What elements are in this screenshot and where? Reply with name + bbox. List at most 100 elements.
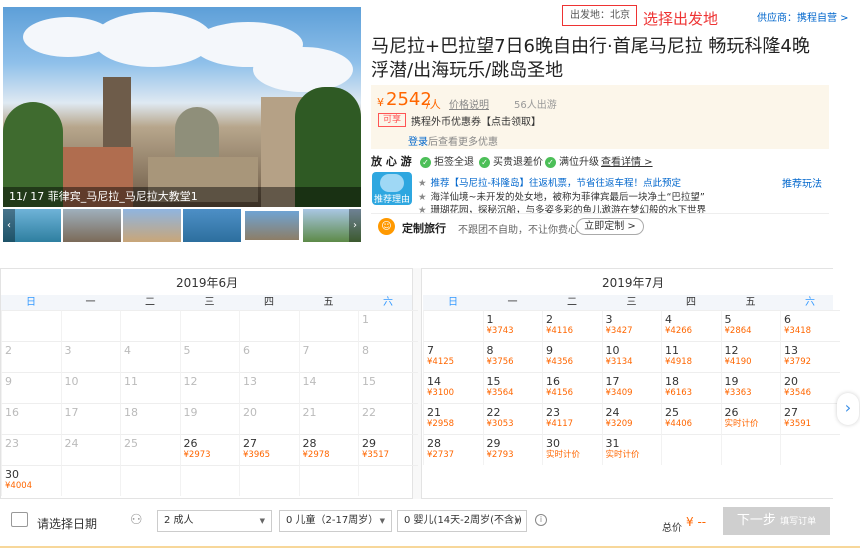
recommend-icon-label: 推荐理由 xyxy=(373,195,410,205)
calendar-day[interactable]: 5 ¥2864 xyxy=(720,310,781,341)
calendar-day: 7 xyxy=(298,341,359,372)
calendar-day[interactable]: 14 ¥3100 xyxy=(423,372,483,403)
departure-annotation: 选择出发地 xyxy=(643,10,719,28)
assurance-detail-link[interactable]: 查看详情 > xyxy=(601,153,653,168)
select-date-label[interactable]: 请选择日期 xyxy=(37,515,97,532)
adults-select[interactable]: 2 成人 ▼ xyxy=(157,510,272,532)
calendar-icon xyxy=(11,512,28,527)
calendar-day[interactable]: 4 ¥4266 xyxy=(661,310,721,341)
calendar-day[interactable]: 21 ¥2958 xyxy=(423,403,483,434)
calendar-day[interactable]: 2 ¥4116 xyxy=(542,310,602,341)
calendar-day[interactable]: 25 ¥4406 xyxy=(661,403,721,434)
calendar-empty-cell xyxy=(298,310,359,341)
departure-select[interactable]: 出发地：北京 xyxy=(562,5,637,26)
recommend-more-link[interactable]: 推荐玩法 xyxy=(782,175,822,190)
calendar-day[interactable]: 1 ¥3743 xyxy=(482,310,543,341)
chevron-down-icon: ▼ xyxy=(259,517,265,525)
calendar-next-arrow[interactable]: › xyxy=(837,393,859,425)
calendar-day[interactable]: 31 实时计价 xyxy=(601,434,662,465)
weekday-label: 四 xyxy=(686,297,696,308)
thumbnail[interactable] xyxy=(63,209,121,242)
calendar-day[interactable]: 24 ¥3209 xyxy=(601,403,662,434)
supplier-link[interactable]: 供应商：携程自营 > xyxy=(757,9,849,24)
calendar-day[interactable]: 29 ¥3517 xyxy=(358,434,418,465)
price-description-link[interactable]: 价格说明 xyxy=(449,96,489,111)
calendar-day[interactable]: 10 ¥3134 xyxy=(601,341,662,372)
calendar-day[interactable]: 29 ¥2793 xyxy=(482,434,543,465)
day-price: ¥4125 xyxy=(427,357,455,367)
calendar-day[interactable]: 6 ¥3418 xyxy=(780,310,840,341)
children-select[interactable]: 0 儿童（2-17周岁） ▼ xyxy=(279,510,392,532)
calendar-day[interactable]: 16 ¥4156 xyxy=(542,372,602,403)
calendar-empty-cell xyxy=(60,310,121,341)
day-number: 13 xyxy=(243,375,257,388)
thumbnail-active[interactable] xyxy=(243,209,301,242)
day-price: ¥2793 xyxy=(486,450,514,460)
weekday-label: 日 xyxy=(26,297,36,308)
calendar-day: 11 xyxy=(120,372,180,403)
custom-travel-button[interactable]: 立即定制 > xyxy=(576,218,644,235)
day-number: 19 xyxy=(183,406,198,419)
thumbnail[interactable] xyxy=(183,209,241,242)
calendar-day[interactable]: 13 ¥3792 xyxy=(780,341,840,372)
calendar-day[interactable]: 7 ¥4125 xyxy=(423,341,483,372)
calendar-day: 24 xyxy=(60,434,121,465)
thumbnail[interactable] xyxy=(123,209,181,242)
gallery-prev-arrow[interactable]: ‹ xyxy=(3,209,15,242)
calendar-day[interactable]: 9 ¥4356 xyxy=(542,341,602,372)
day-number: 19 xyxy=(724,375,739,388)
calendar-day[interactable]: 12 ¥4190 xyxy=(720,341,781,372)
calendar-day[interactable]: 20 ¥3546 xyxy=(780,372,840,403)
info-icon[interactable]: i xyxy=(535,514,547,526)
calendar-day[interactable]: 27 ¥3965 xyxy=(239,434,299,465)
calendar-day[interactable]: 27 ¥3591 xyxy=(780,403,840,434)
calendar-empty-cell xyxy=(358,465,418,496)
calendar-day[interactable]: 30 ¥4004 xyxy=(1,465,61,496)
day-price: ¥3756 xyxy=(486,357,514,367)
calendar-day[interactable]: 28 ¥2737 xyxy=(423,434,483,465)
day-price: ¥3965 xyxy=(243,450,271,460)
day-number: 21 xyxy=(427,406,441,419)
day-number: 2 xyxy=(5,344,12,357)
weekday-label: 六 xyxy=(805,297,815,308)
calendar-day[interactable]: 11 ¥4918 xyxy=(661,341,721,372)
day-number: 24 xyxy=(605,406,620,419)
calendar-day[interactable]: 17 ¥3409 xyxy=(601,372,662,403)
day-number: 18 xyxy=(665,375,679,388)
custom-travel-subtitle: 不跟团不自助，不让你费心 xyxy=(458,225,578,236)
day-number: 3 xyxy=(605,313,613,326)
calendar-day[interactable]: 30 实时计价 xyxy=(542,434,602,465)
day-number: 5 xyxy=(724,313,732,326)
calendar-day[interactable]: 26 实时计价 xyxy=(720,403,781,434)
weekday-label: 五 xyxy=(745,297,756,308)
calendar-day[interactable]: 18 ¥6163 xyxy=(661,372,721,403)
recommend-line[interactable]: ★ 推荐【马尼拉-科隆岛】往返机票，节省往返车程！点此预定 xyxy=(418,175,681,189)
cloud-shape xyxy=(253,47,353,92)
day-price: ¥2978 xyxy=(302,450,330,460)
calendar-day[interactable]: 23 ¥4117 xyxy=(542,403,602,434)
coupon-link[interactable]: 携程外币优惠券【点击领取】 xyxy=(411,113,541,128)
day-number: 16 xyxy=(546,375,560,388)
day-price: ¥3409 xyxy=(605,388,633,398)
infants-select[interactable]: 0 婴儿(14天-2周岁(不含)) ▼ xyxy=(397,510,527,532)
calendar-day[interactable]: 15 ¥3564 xyxy=(482,372,543,403)
calendar-empty-cell xyxy=(239,310,299,341)
calendar-day[interactable]: 26 ¥2973 xyxy=(179,434,240,465)
day-number: 25 xyxy=(124,437,138,450)
calendar-day[interactable]: 19 ¥3363 xyxy=(720,372,781,403)
assurance-item: ✓ 满位升级 xyxy=(545,153,599,168)
day-number: 15 xyxy=(362,375,376,388)
calendar-day[interactable]: 22 ¥3053 xyxy=(482,403,543,434)
login-link[interactable]: 登录 xyxy=(408,137,428,148)
calendar-day[interactable]: 8 ¥3756 xyxy=(482,341,543,372)
day-price: ¥3564 xyxy=(486,388,514,398)
gallery-next-arrow[interactable]: › xyxy=(349,209,361,242)
calendar-day[interactable]: 28 ¥2978 xyxy=(298,434,359,465)
day-number: 11 xyxy=(124,375,138,388)
day-price: ¥2958 xyxy=(427,419,455,429)
next-step-button[interactable]: 下一步 填写订单 xyxy=(723,507,830,535)
day-number: 23 xyxy=(5,437,19,450)
main-photo[interactable]: 11/ 17 菲律宾_马尼拉_马尼拉大教堂1 xyxy=(3,7,361,207)
calendar-day[interactable]: 3 ¥3427 xyxy=(601,310,662,341)
day-number: 16 xyxy=(5,406,19,419)
